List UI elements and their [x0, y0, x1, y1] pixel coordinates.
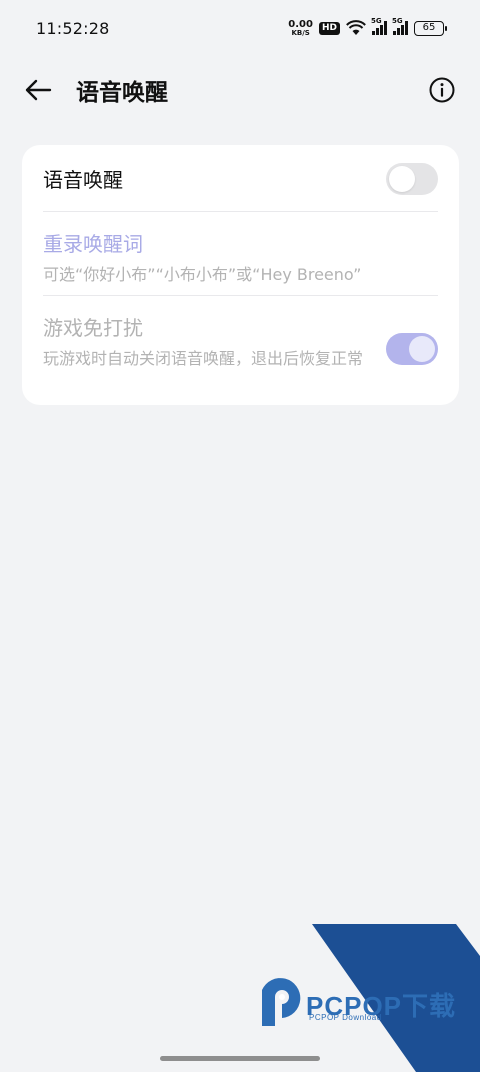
home-indicator[interactable] [160, 1056, 320, 1061]
watermark-subtitle: PCPOP Download [309, 1013, 382, 1022]
watermark-logo [262, 924, 480, 1072]
